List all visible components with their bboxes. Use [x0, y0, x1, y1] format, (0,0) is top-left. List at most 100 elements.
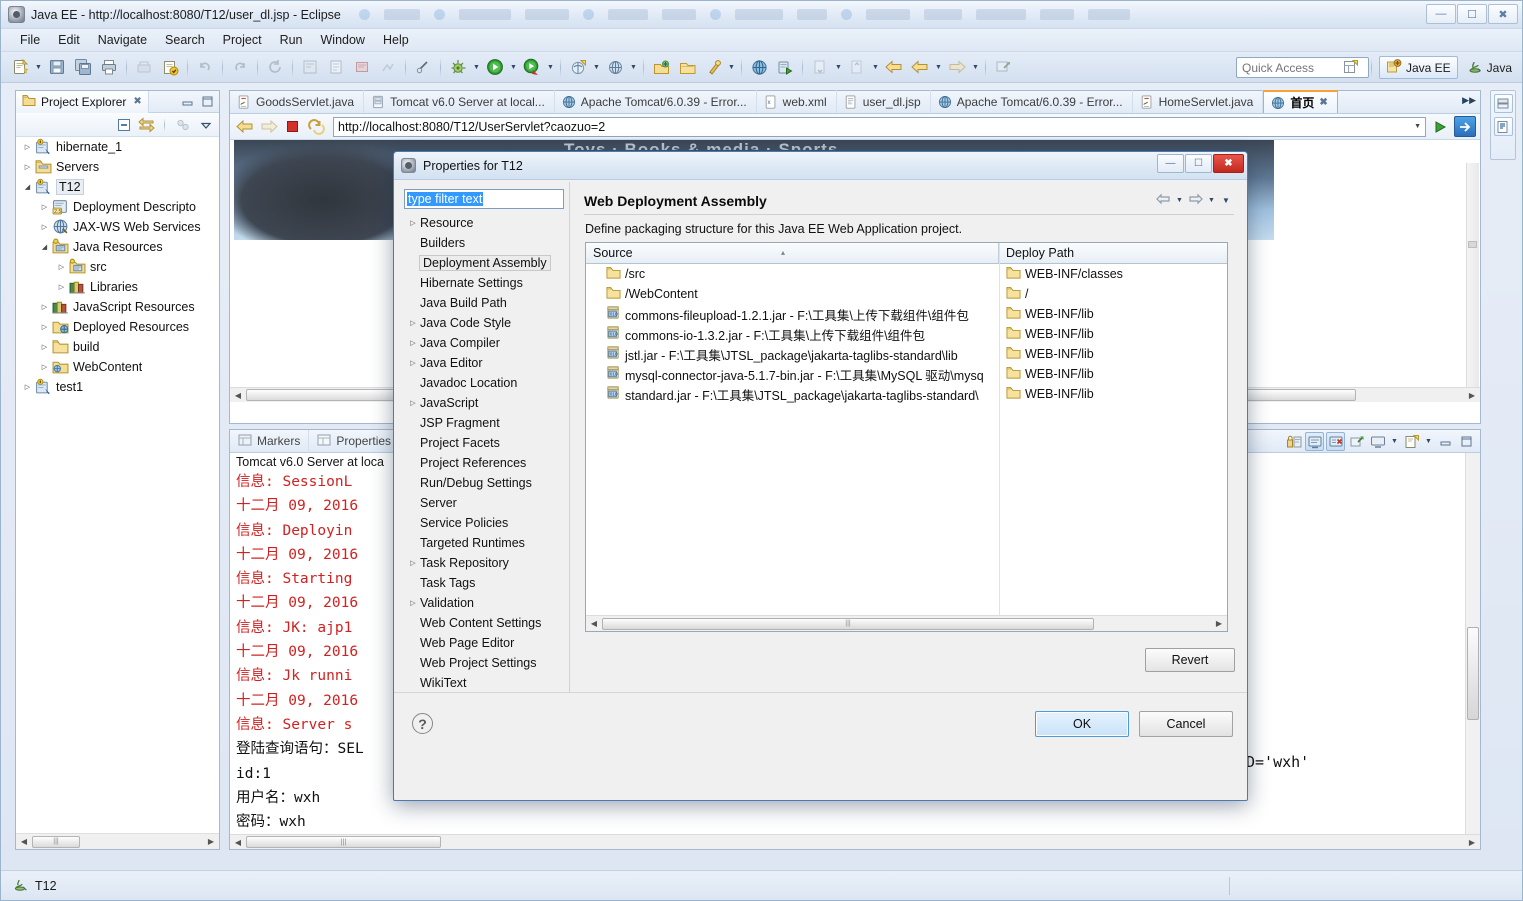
project-explorer-hscrollbar[interactable]: ◀ ||| ▶: [16, 833, 219, 849]
help-icon[interactable]: ?: [412, 713, 433, 734]
new-java-project-dropdown-arrow-icon[interactable]: [591, 55, 602, 79]
tree-item-java-resources[interactable]: Java Resources: [16, 237, 219, 257]
tree-collapsed-arrow-icon[interactable]: [20, 157, 35, 177]
table-row[interactable]: 010 standard.jar - F:\工具集\JTSL_package\ja…: [586, 384, 1227, 404]
minimize-icon[interactable]: [179, 93, 196, 110]
hscroll-thumb[interactable]: |||: [246, 836, 441, 848]
scroll-right-arrow-icon[interactable]: ▶: [1211, 619, 1227, 628]
menu-help[interactable]: Help: [374, 31, 418, 49]
link-with-editor-icon[interactable]: [137, 115, 156, 134]
open-console-dropdown-arrow-icon[interactable]: [1423, 433, 1434, 451]
close-icon[interactable]: ✖: [1319, 97, 1327, 108]
dialog-tree-item-java-compiler[interactable]: Java Compiler: [404, 333, 564, 353]
tree-collapsed-arrow-icon[interactable]: [406, 559, 420, 567]
editor-overview-ruler[interactable]: [1466, 163, 1479, 387]
new-icon[interactable]: [8, 55, 32, 79]
lock-scroll-icon[interactable]: [1284, 432, 1303, 451]
tree-collapsed-arrow-icon[interactable]: [20, 137, 35, 157]
console-vscrollbar[interactable]: [1465, 453, 1480, 834]
tree-collapsed-arrow-icon[interactable]: [37, 317, 52, 337]
tree-collapsed-arrow-icon[interactable]: [406, 219, 420, 227]
vscroll-thumb[interactable]: [1467, 627, 1479, 720]
forward-icon[interactable]: [908, 55, 932, 79]
next-annotation-dropdown-arrow-icon[interactable]: [833, 55, 844, 79]
menu-run[interactable]: Run: [271, 31, 312, 49]
tree-expanded-arrow-icon[interactable]: [37, 237, 52, 257]
tree-item-webcontent[interactable]: WebContent: [16, 357, 219, 377]
menu-file[interactable]: File: [11, 31, 49, 49]
open-console-icon[interactable]: [1402, 432, 1421, 451]
menu-project[interactable]: Project: [214, 31, 271, 49]
tree-item-hibernate-1[interactable]: hibernate_1: [16, 137, 219, 157]
perspective-java[interactable]: Java: [1461, 56, 1518, 79]
hscroll-thumb[interactable]: |||: [602, 617, 1094, 630]
previous-annotation-icon[interactable]: [845, 55, 869, 79]
forward-arrow-icon[interactable]: [258, 116, 279, 137]
tree-item-build[interactable]: build: [16, 337, 219, 357]
close-button[interactable]: ✖: [1488, 4, 1518, 24]
stop-icon[interactable]: [282, 116, 303, 137]
next-annotation-icon[interactable]: [808, 55, 832, 79]
menu-edit[interactable]: Edit: [49, 31, 89, 49]
ok-button[interactable]: OK: [1035, 710, 1129, 737]
table-hscrollbar[interactable]: ◀ ||| ▶: [586, 615, 1227, 631]
minimize-button[interactable]: —: [1426, 4, 1456, 24]
nav-forward-dropdown-arrow-icon[interactable]: [1207, 195, 1216, 207]
tree-item-jax-ws-web-services[interactable]: JAX-WS Web Services: [16, 217, 219, 237]
open-external-browser-icon[interactable]: [1454, 116, 1476, 137]
run-server-icon[interactable]: [773, 55, 797, 79]
save-icon[interactable]: [45, 55, 69, 79]
display-selected-console-dropdown-arrow-icon[interactable]: [1389, 433, 1400, 451]
servers-view-icon[interactable]: [1493, 94, 1513, 113]
go-button[interactable]: [1429, 116, 1451, 137]
editor-tab-5[interactable]: user_dl.jsp: [837, 90, 931, 113]
dialog-tree-item-web-project-settings[interactable]: Web Project Settings: [404, 653, 564, 673]
forward-history-dropdown-arrow-icon[interactable]: [970, 55, 981, 79]
scroll-left-arrow-icon[interactable]: ◀: [16, 837, 32, 846]
open-browser-icon[interactable]: [747, 55, 771, 79]
tree-collapsed-arrow-icon[interactable]: [406, 359, 420, 367]
dialog-tree-item-task-repository[interactable]: Task Repository: [404, 553, 564, 573]
dialog-settings-tree[interactable]: Resource Builders Deployment Assembly Hiber…: [404, 213, 564, 708]
tab-markers[interactable]: Markers: [230, 429, 310, 453]
table-row[interactable]: 010 commons-fileupload-1.2.1.jar - F:\工具集…: [586, 304, 1227, 324]
new-class-icon[interactable]: [701, 55, 725, 79]
new-package-icon[interactable]: [649, 55, 673, 79]
tree-collapsed-arrow-icon[interactable]: [406, 339, 420, 347]
editor-tab-scroll-icon[interactable]: ▶▶: [1462, 95, 1476, 106]
table-row[interactable]: /src WEB-INF/classes: [586, 264, 1227, 284]
hscroll-thumb[interactable]: |||: [32, 835, 80, 848]
editor-tab-4[interactable]: x web.xml: [757, 90, 837, 113]
minimize-icon[interactable]: [1436, 432, 1455, 451]
run-icon[interactable]: [483, 55, 507, 79]
new-ejb-dropdown-arrow-icon[interactable]: [628, 55, 639, 79]
debug-dropdown-arrow-icon[interactable]: [471, 55, 482, 79]
previous-annotation-dropdown-arrow-icon[interactable]: [870, 55, 881, 79]
build-all-icon[interactable]: [132, 55, 156, 79]
run-dropdown-arrow-icon[interactable]: [508, 55, 519, 79]
url-input[interactable]: http://localhost:8080/T12/UserServlet?ca…: [333, 116, 1426, 137]
tree-collapsed-arrow-icon[interactable]: [37, 297, 52, 317]
dialog-tree-item-targeted-runtimes[interactable]: Targeted Runtimes: [404, 533, 564, 553]
dialog-tree-item-server[interactable]: Server: [404, 493, 564, 513]
menu-window[interactable]: Window: [312, 31, 374, 49]
dialog-tree-item-task-tags[interactable]: Task Tags: [404, 573, 564, 593]
save-all-icon[interactable]: [71, 55, 95, 79]
show-console-on-error-icon[interactable]: [1326, 432, 1345, 451]
column-header-source[interactable]: Source ▴: [586, 243, 999, 263]
refresh-icon[interactable]: [306, 116, 327, 137]
table-row[interactable]: 010 commons-io-1.3.2.jar - F:\工具集\上传下载组件\…: [586, 324, 1227, 344]
refresh-icon[interactable]: [263, 55, 287, 79]
display-selected-console-icon[interactable]: [1368, 432, 1387, 451]
redo-icon[interactable]: [228, 55, 252, 79]
dialog-tree-item-web-page-editor[interactable]: Web Page Editor: [404, 633, 564, 653]
dialog-tree-item-project-facets[interactable]: Project Facets: [404, 433, 564, 453]
forward-dropdown-arrow-icon[interactable]: [933, 55, 944, 79]
dialog-close-button[interactable]: ✖: [1213, 154, 1244, 173]
open-perspective-icon[interactable]: [1339, 56, 1363, 80]
table-body[interactable]: /src WEB-INF/classes/WebContent / 010 common…: [586, 264, 1227, 404]
tree-item-deployed-resources[interactable]: Deployed Resources: [16, 317, 219, 337]
maximize-icon[interactable]: [199, 93, 216, 110]
editor-tab-6[interactable]: Apache Tomcat/6.0.39 - Error...: [931, 90, 1133, 113]
scroll-left-arrow-icon[interactable]: ◀: [230, 391, 246, 400]
